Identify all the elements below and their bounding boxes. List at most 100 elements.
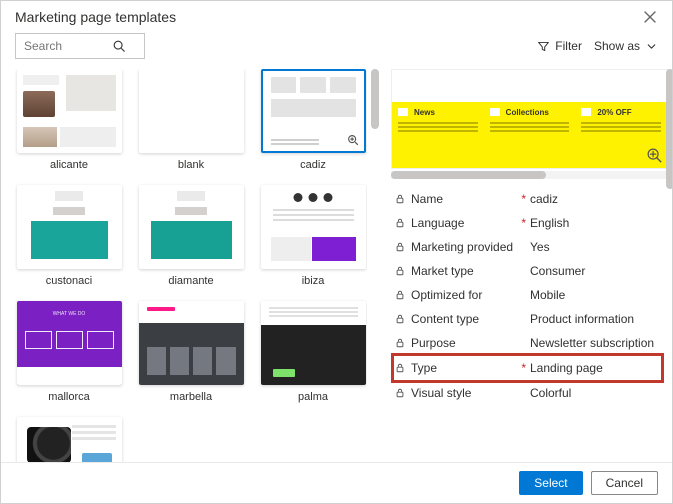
template-gallery: alicante blank cadiz custonaci diamante ibiza… [1,69,381,462]
property-label: Optimized for* [395,288,530,302]
lock-icon [395,388,405,398]
toolbar-right: Filter Show as [537,39,658,53]
property-value: Mobile [530,288,660,302]
template-card[interactable]: custonaci [15,185,123,287]
template-card-label: marbella [170,391,212,403]
property-value: English [530,216,660,230]
search-box[interactable] [15,33,145,59]
close-button[interactable] [642,9,658,25]
search-input[interactable] [22,38,112,54]
zoom-icon [346,133,360,147]
gallery-scroll[interactable]: alicante blank cadiz custonaci diamante ibiza… [15,69,367,462]
template-card-label: ibiza [302,275,325,287]
property-label-text: Market type [411,264,474,278]
template-thumbnail[interactable] [261,69,366,153]
template-thumbnail[interactable] [139,301,244,385]
template-card[interactable]: alicante [15,69,123,171]
template-thumbnail[interactable]: WHAT WE DO [17,301,122,385]
property-row: Type*Landing page [393,355,662,381]
template-card[interactable]: blank [137,69,245,171]
property-value: Colorful [530,386,660,400]
template-card-label: cadiz [300,159,326,171]
chevron-down-icon [645,40,658,53]
filter-icon [537,40,550,53]
dialog-header: Marketing page templates [1,1,672,29]
template-thumbnail[interactable] [17,69,122,153]
property-row: Market type*Consumer [393,259,662,283]
showas-button[interactable]: Show as [594,39,658,53]
template-card-label: diamante [168,275,213,287]
property-row: Visual style*Colorful [393,381,662,405]
template-card-label: alicante [50,159,88,171]
template-card[interactable]: palma [259,301,367,403]
showas-label: Show as [594,39,640,53]
template-card[interactable]: WHAT WE DO mallorca [15,301,123,403]
property-label-text: Language [411,216,464,230]
dialog-toolbar: Filter Show as [1,29,672,69]
property-label: Market type* [395,264,530,278]
preview-horizontal-scrollbar[interactable] [391,171,668,179]
scrollbar-thumb[interactable] [391,171,546,179]
template-card-label: blank [178,159,204,171]
property-label: Visual style* [395,386,530,400]
preview-panel: News Collections 20% OFF Name * cadiz Languag… [381,69,672,462]
template-card-label: palma [298,391,328,403]
preview-column-head: Collections [506,108,549,117]
property-label-text: Optimized for [411,288,482,302]
preview-column-head: 20% OFF [597,108,631,117]
template-thumbnail[interactable] [139,185,244,269]
lock-icon [395,314,405,324]
property-row: Language * English [393,211,662,235]
preview-column: News [392,104,484,168]
search-icon [112,39,126,53]
lock-icon [395,218,405,228]
close-icon [642,9,658,25]
property-label-text: Visual style [411,386,471,400]
preview-column: Collections [484,104,576,168]
zoom-icon[interactable] [645,146,663,164]
template-thumbnail[interactable] [139,69,244,153]
property-value: Consumer [530,264,660,278]
property-row: Marketing provided*Yes [393,235,662,259]
property-row: Name * cadiz [393,187,662,211]
template-card[interactable]: cadiz [259,69,367,171]
select-button[interactable]: Select [519,471,582,495]
gallery-scrollbar[interactable] [371,69,379,462]
properties-list: Name*cadizLanguage*EnglishMarketing prov… [391,179,668,462]
property-label: Marketing provided* [395,240,530,254]
filter-button[interactable]: Filter [537,39,582,53]
template-card[interactable]: diamante [137,185,245,287]
template-card[interactable]: marbella [137,301,245,403]
template-card[interactable] [15,417,123,462]
dialog-main: alicante blank cadiz custonaci diamante ibiza… [1,69,672,462]
template-card-label: mallorca [48,391,90,403]
template-card[interactable]: ibiza [259,185,367,287]
required-indicator: * [521,216,526,230]
property-label: Type* [395,361,530,375]
preview-vertical-scrollbar[interactable] [666,69,672,462]
template-thumbnail[interactable] [17,185,122,269]
cancel-button[interactable]: Cancel [591,471,658,495]
template-thumbnail[interactable] [261,301,366,385]
dialog-footer: Select Cancel [1,462,672,503]
template-thumbnail[interactable] [261,185,366,269]
property-value: Product information [530,312,660,326]
required-indicator: * [521,192,526,206]
template-thumbnail[interactable] [17,417,122,462]
scrollbar-thumb[interactable] [371,69,379,129]
property-label: Content type* [395,312,530,326]
filter-label: Filter [555,39,582,53]
property-label-text: Type [411,361,437,375]
property-label-text: Name [411,192,443,206]
property-label-text: Content type [411,312,479,326]
lock-icon [395,338,405,348]
lock-icon [395,266,405,276]
lock-icon [395,290,405,300]
property-row: Optimized for*Mobile [393,283,662,307]
preview-column-head: News [414,108,435,117]
property-label-text: Purpose [411,336,456,350]
property-value: cadiz [530,192,660,206]
lock-icon [395,194,405,204]
scrollbar-thumb[interactable] [666,69,672,189]
property-label: Name * [395,192,530,206]
